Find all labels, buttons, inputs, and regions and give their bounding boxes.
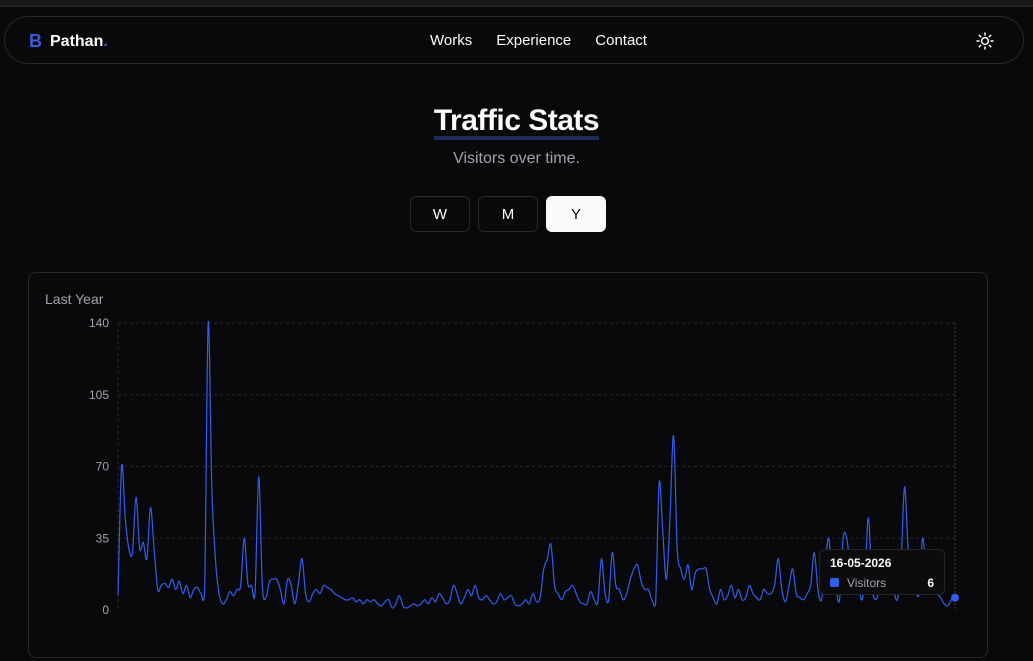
chart-tooltip: 16-05-2026 Visitors 6: [819, 549, 945, 595]
nav-link-contact[interactable]: Contact: [595, 32, 647, 49]
range-button-year[interactable]: Y: [546, 196, 606, 232]
chart-card: Last Year 0 35 70 105 140 16-05-2026 Visitor…: [28, 272, 988, 658]
navbar: B Pathan . Works Experience Contact: [4, 16, 1024, 64]
y-tick-label: 70: [96, 460, 110, 474]
page-title: Traffic Stats: [433, 104, 600, 140]
page-header: Traffic Stats: [0, 104, 1033, 140]
y-tick-label: 35: [96, 531, 110, 545]
nav-links: Works Experience Contact: [430, 32, 647, 49]
sun-icon: [976, 32, 994, 50]
y-tick-label: 140: [89, 316, 109, 330]
brand-name: Pathan: [50, 32, 104, 50]
range-selector: W M Y: [410, 196, 606, 232]
brand-dot: .: [103, 32, 108, 50]
range-button-month[interactable]: M: [478, 196, 538, 232]
page-subtitle: Visitors over time.: [453, 150, 580, 167]
visitors-line-chart[interactable]: 0 35 70 105 140: [29, 273, 987, 657]
nav-link-works[interactable]: Works: [430, 32, 472, 49]
browser-top-strip: [0, 0, 1033, 7]
y-tick-label: 105: [89, 388, 109, 402]
y-tick-label: 0: [102, 603, 109, 617]
range-button-week[interactable]: W: [410, 196, 470, 232]
tooltip-series-label: Visitors: [847, 576, 887, 590]
tooltip-date: 16-05-2026: [830, 556, 892, 570]
active-data-point[interactable]: [951, 593, 959, 602]
nav-link-experience[interactable]: Experience: [496, 32, 571, 49]
theme-toggle-button[interactable]: [975, 31, 995, 51]
brand-mark: B: [29, 31, 42, 51]
brand-logo[interactable]: B Pathan .: [29, 31, 108, 52]
tooltip-value: 6: [927, 576, 934, 590]
tooltip-series-swatch: [830, 578, 839, 587]
